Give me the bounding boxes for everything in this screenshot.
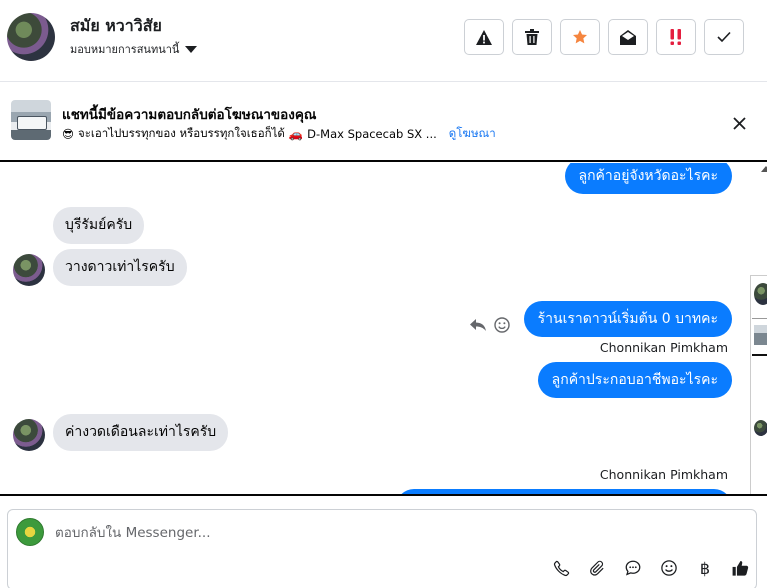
- close-banner-button[interactable]: [728, 112, 750, 134]
- ad-caption: จะเอาไปบรรทุกของ หรือบรรทุกใจเธอก็ได้: [78, 126, 285, 140]
- ad-reply-banner: แชทนี้มีข้อความตอบกลับต่อโฆษณาของคุณ 😎 จ…: [0, 82, 767, 162]
- assign-conversation[interactable]: มอบหมายการสนทนานี้: [70, 40, 198, 58]
- side-panel-avatar: [754, 283, 767, 305]
- react-emoji-icon[interactable]: [494, 317, 510, 333]
- view-ad-link[interactable]: ดูโฆษณา: [449, 125, 496, 143]
- emoji-icon[interactable]: [657, 556, 681, 580]
- message-outgoing: ลูกค้าอยู่จังหวัดอะไรคะ: [564, 163, 732, 194]
- mark-spam-button[interactable]: [464, 19, 504, 55]
- conversation-header: สมัย หวาวิสัย มอบหมายการสนทนานี้: [0, 0, 767, 82]
- message-incoming: วางดาวเท่าไรครับ: [53, 249, 187, 286]
- car-emoji-icon: 🚗: [288, 127, 304, 141]
- side-panel-divider: [752, 354, 767, 356]
- delete-button[interactable]: [512, 19, 552, 55]
- contact-avatar-small[interactable]: [13, 254, 45, 286]
- star-button[interactable]: [560, 19, 600, 55]
- side-panel-avatar: [754, 420, 767, 436]
- side-panel-thumbnail: [754, 325, 767, 345]
- side-panel-divider: [752, 318, 767, 319]
- scroll-up-icon[interactable]: [761, 166, 767, 172]
- assign-label: มอบหมายการสนทนานี้: [70, 43, 180, 56]
- trash-icon: [525, 29, 539, 45]
- side-panel-edge[interactable]: [750, 275, 767, 505]
- message-actions: [470, 317, 510, 333]
- star-icon: [573, 30, 587, 44]
- baht-icon[interactable]: ฿: [693, 556, 717, 580]
- reply-icon[interactable]: [470, 318, 486, 332]
- double-exclamation-icon: [670, 29, 681, 45]
- message-incoming: บุรีรัมย์ครับ: [53, 207, 145, 244]
- sunglasses-emoji-icon: 😎: [62, 127, 74, 141]
- thumbs-up-icon[interactable]: [728, 556, 752, 580]
- contact-name[interactable]: สมัย หวาวิสัย: [70, 14, 162, 39]
- contact-avatar[interactable]: [7, 13, 55, 61]
- sender-name: Chonnikan Pimkham: [599, 340, 728, 355]
- message-incoming: ค่างวดเดือนละเท่าไรครับ: [53, 414, 229, 451]
- ad-car-model: D-Max Spacecab SX ...: [307, 127, 437, 141]
- ad-banner-title: แชทนี้มีข้อความตอบกลับต่อโฆษณาของคุณ: [62, 107, 317, 123]
- reply-input[interactable]: [55, 523, 555, 543]
- warning-icon: [476, 29, 492, 45]
- phone-icon[interactable]: [549, 556, 573, 580]
- mark-done-button[interactable]: [704, 19, 744, 55]
- close-icon: [732, 116, 746, 130]
- ad-banner-subtitle: 😎 จะเอาไปบรรทุกของ หรือบรรทุกใจเธอก็ได้ …: [62, 125, 496, 143]
- message-thread[interactable]: ลูกค้าอยู่จังหวัดอะไรคะ บุรีรัมย์ครับ วา…: [0, 163, 750, 494]
- message-outgoing: ร้านเราดาวน์เริ่มต้น 0 บาทคะ: [523, 301, 732, 337]
- composer: [0, 494, 767, 588]
- chevron-down-icon[interactable]: [185, 45, 198, 53]
- sender-name: Chonnikan Pimkham: [599, 467, 728, 482]
- saved-reply-icon[interactable]: [621, 556, 645, 580]
- check-icon: [717, 31, 731, 43]
- paperclip-icon[interactable]: [585, 556, 609, 580]
- page-avatar: [16, 518, 44, 546]
- contact-avatar-small[interactable]: [13, 419, 45, 451]
- ad-thumbnail[interactable]: [11, 100, 51, 140]
- envelope-open-icon: [620, 29, 636, 45]
- message-outgoing: ลูกค้าประกอบอาชีพอะไรคะ: [537, 362, 732, 398]
- mark-unread-button[interactable]: [608, 19, 648, 55]
- follow-up-button[interactable]: [656, 19, 696, 55]
